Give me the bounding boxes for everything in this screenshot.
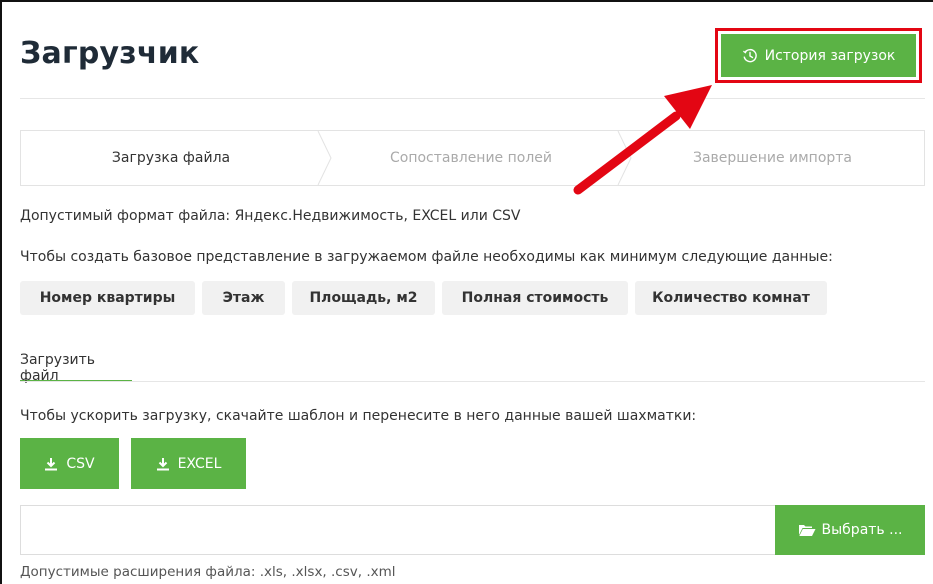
download-excel-label: EXCEL [177,455,222,472]
required-field-full-price: Полная стоимость [442,281,628,315]
page-title: Загрузчик [20,36,200,71]
required-fields-list: Номер квартиры Этаж Площадь, м2 Полная с… [20,281,827,315]
step-separator-2 [617,131,632,185]
step-separator-1 [317,131,332,185]
template-hint-text: Чтобы ускорить загрузку, скачайте шаблон… [20,408,697,424]
download-excel-button[interactable]: EXCEL [131,438,246,489]
import-steps: Загрузка файла Сопоставление полей Завер… [20,130,925,186]
required-field-apartment-number: Номер квартиры [20,281,195,315]
browse-button-label: Выбрать ... [821,522,903,538]
required-field-rooms: Количество комнат [635,281,827,315]
history-clock-icon [742,48,757,62]
step-file-upload[interactable]: Загрузка файла [21,131,321,185]
title-divider [20,98,925,99]
download-csv-button[interactable]: CSV [20,438,119,489]
history-button[interactable]: История загрузок [721,34,916,77]
download-icon [156,457,169,470]
required-field-floor: Этаж [202,281,285,315]
folder-open-icon [798,525,816,536]
history-highlight-box: История загрузок [715,28,922,83]
download-csv-label: CSV [66,455,95,472]
required-data-text: Чтобы создать базовое представление в за… [20,249,833,265]
tab-divider [20,381,925,382]
required-field-area: Площадь, м2 [292,281,435,315]
allowed-formats-text: Допустимый формат файла: Яндекс.Недвижим… [20,208,521,224]
history-button-label: История загрузок [764,47,896,64]
tab-upload-file[interactable]: Загрузить файл [20,352,132,384]
file-path-input[interactable] [20,505,775,555]
step-import-finish[interactable]: Завершение импорта [621,131,924,185]
download-icon [45,457,58,470]
step-field-mapping[interactable]: Сопоставление полей [321,131,621,185]
browse-file-button[interactable]: Выбрать ... [775,505,925,555]
allowed-extensions-hint: Допустимые расширения файла: .xls, .xlsx… [20,564,396,580]
